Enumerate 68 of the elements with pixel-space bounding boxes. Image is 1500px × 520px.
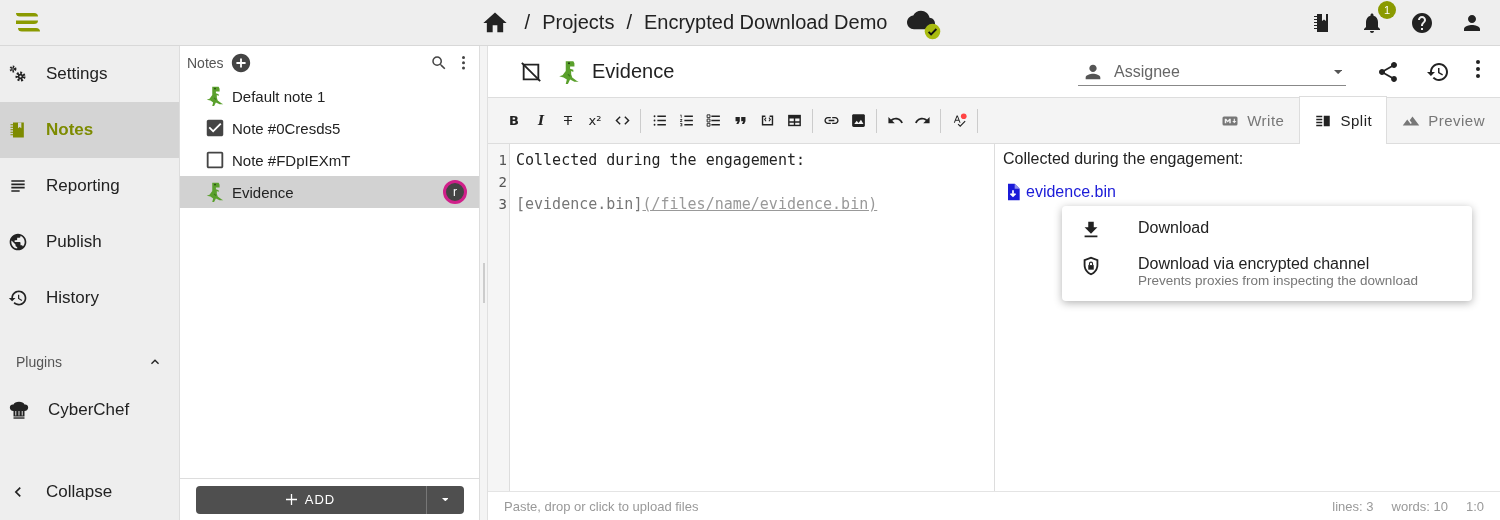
breadcrumb-separator: /: [524, 11, 531, 34]
history-icon: [8, 288, 28, 308]
assignee-field[interactable]: Assignee: [1112, 62, 1326, 82]
format-button[interactable]: B: [501, 108, 527, 133]
section-heading: Plugins: [16, 354, 62, 370]
checklist-icon: [704, 112, 722, 129]
sidebar-item[interactable]: History: [0, 270, 179, 326]
checkbox[interactable]: [204, 149, 226, 171]
more-icon: [462, 56, 465, 70]
note-title: Evidence: [592, 60, 676, 83]
help-icon: [1410, 10, 1434, 35]
note-item[interactable]: Evidence r: [180, 176, 479, 208]
resize-handle[interactable]: [482, 263, 485, 303]
breadcrumb-link[interactable]: Encrypted Download Demo: [643, 11, 888, 34]
sidebar-item[interactable]: Reporting: [0, 158, 179, 214]
menu-item[interactable]: Download: [1062, 212, 1472, 248]
format-button[interactable]: x²: [582, 108, 608, 133]
sidebar-item[interactable]: Publish: [0, 214, 179, 270]
breadcrumb-link[interactable]: Projects: [542, 11, 615, 34]
sidebar-item[interactable]: Settings: [0, 46, 179, 102]
format-button[interactable]: I: [528, 108, 554, 133]
line-count: lines: 3: [1332, 498, 1374, 514]
file-link[interactable]: evidence.bin: [1003, 182, 1116, 202]
note-item[interactable]: Default note 1: [180, 80, 479, 112]
cursor-position: 1:0: [1465, 498, 1484, 514]
note-item[interactable]: Note #0Cresds5: [180, 112, 479, 144]
note-item[interactable]: Note #FDpIEXmT: [180, 144, 479, 176]
dropdown-button[interactable]: [425, 485, 464, 514]
preview-paragraph: Collected during the engagement:: [1003, 150, 1245, 168]
code-text: [evidence.bin]: [516, 195, 643, 213]
collapse-button[interactable]: Collapse: [0, 464, 179, 520]
sidebar-item[interactable]: CyberChef: [0, 382, 179, 438]
add-icon: [229, 52, 252, 74]
add-button[interactable]: ADD: [195, 485, 426, 514]
image-icon: [849, 112, 867, 129]
more-icon: [1476, 59, 1480, 78]
menu-item[interactable]: Download via encrypted channel Prevents proxies from inspecting the download: [1062, 248, 1472, 295]
globe-icon: [8, 232, 28, 252]
view-tab[interactable]: Write: [1206, 96, 1300, 144]
breadcrumb-separator: /: [626, 11, 632, 34]
crossed-square-icon: [520, 60, 542, 83]
caret-icon: [1333, 69, 1342, 75]
menu-item-description: Prevents proxies from inspecting the download: [1138, 273, 1418, 288]
code-text: Collected during the engagement:: [516, 151, 805, 169]
line-number: 3: [498, 195, 508, 214]
word-count: words: 10: [1391, 498, 1448, 514]
share-icon: [1376, 59, 1400, 84]
line-number: 1: [498, 151, 508, 170]
chef-hat-icon: [8, 399, 30, 421]
caret-icon: [441, 497, 449, 502]
checkbox[interactable]: [204, 117, 226, 139]
panel-title: Notes: [187, 55, 224, 71]
line-number: 2: [498, 173, 508, 192]
menu-item-label: Download: [1138, 219, 1210, 237]
numbered-list-icon: [677, 112, 695, 129]
add-note-button[interactable]: [229, 52, 252, 74]
table-icon: [785, 112, 803, 129]
user-avatar: r: [443, 180, 467, 204]
view-tab[interactable]: Split: [1299, 96, 1388, 144]
format-button[interactable]: T: [555, 108, 581, 133]
settings-icon: [8, 64, 28, 84]
notification-count: 1: [1378, 0, 1396, 19]
plus-icon: [285, 494, 297, 505]
search-icon: [430, 54, 448, 72]
upload-hint: Paste, drop or click to upload files: [504, 498, 700, 514]
menu-item-label: Download via encrypted channel: [1138, 255, 1371, 273]
view-tab[interactable]: Preview: [1387, 96, 1500, 144]
app-logo[interactable]: [14, 10, 42, 35]
